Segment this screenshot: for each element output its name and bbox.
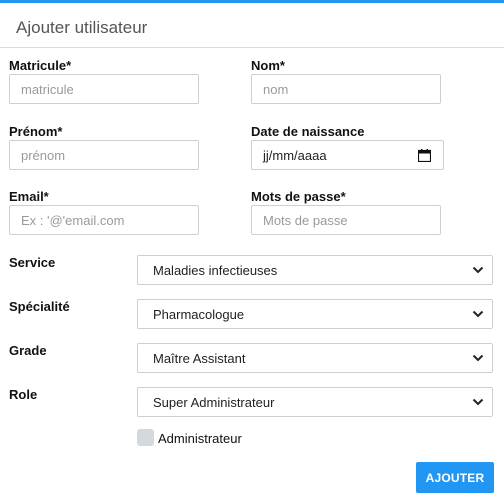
chevron-down-icon bbox=[472, 354, 484, 362]
grade-label: Grade bbox=[9, 343, 47, 358]
password-input[interactable] bbox=[251, 205, 441, 235]
prenom-input[interactable] bbox=[9, 140, 199, 170]
ajouter-button[interactable]: AJOUTER bbox=[416, 462, 494, 493]
calendar-icon[interactable] bbox=[418, 148, 431, 162]
chevron-down-icon bbox=[472, 398, 484, 406]
specialite-select[interactable]: Pharmacologue bbox=[137, 299, 493, 329]
role-selected-value: Super Administrateur bbox=[153, 394, 275, 410]
nom-label: Nom* bbox=[251, 58, 285, 73]
role-select[interactable]: Super Administrateur bbox=[137, 387, 493, 417]
prenom-label: Prénom* bbox=[9, 124, 63, 139]
specialite-label: Spécialité bbox=[9, 299, 70, 314]
nom-input[interactable] bbox=[251, 74, 441, 104]
date-naissance-input[interactable]: jj/mm/aaaa bbox=[251, 140, 444, 170]
service-label: Service bbox=[9, 255, 56, 270]
email-input[interactable] bbox=[9, 205, 199, 235]
date-naissance-label: Date de naissance bbox=[251, 124, 365, 139]
administrateur-label: Administrateur bbox=[158, 431, 242, 446]
grade-select[interactable]: Maître Assistant bbox=[137, 343, 493, 373]
service-select[interactable]: Maladies infectieuses bbox=[137, 255, 493, 285]
matricule-input[interactable] bbox=[9, 74, 199, 104]
role-label: Role bbox=[9, 387, 38, 402]
page-title: Ajouter utilisateur bbox=[16, 18, 148, 37]
administrateur-checkbox[interactable] bbox=[137, 429, 154, 446]
matricule-label: Matricule* bbox=[9, 58, 72, 73]
card-header: Ajouter utilisateur bbox=[0, 6, 504, 48]
add-user-card: Ajouter utilisateur Matricule* Nom* Prén… bbox=[0, 0, 504, 500]
password-label: Mots de passe* bbox=[251, 189, 346, 204]
date-placeholder: jj/mm/aaaa bbox=[263, 147, 327, 163]
chevron-down-icon bbox=[472, 266, 484, 274]
specialite-selected-value: Pharmacologue bbox=[153, 306, 245, 322]
chevron-down-icon bbox=[472, 310, 484, 318]
email-label: Email* bbox=[9, 189, 49, 204]
service-selected-value: Maladies infectieuses bbox=[153, 262, 278, 278]
grade-selected-value: Maître Assistant bbox=[153, 350, 246, 366]
